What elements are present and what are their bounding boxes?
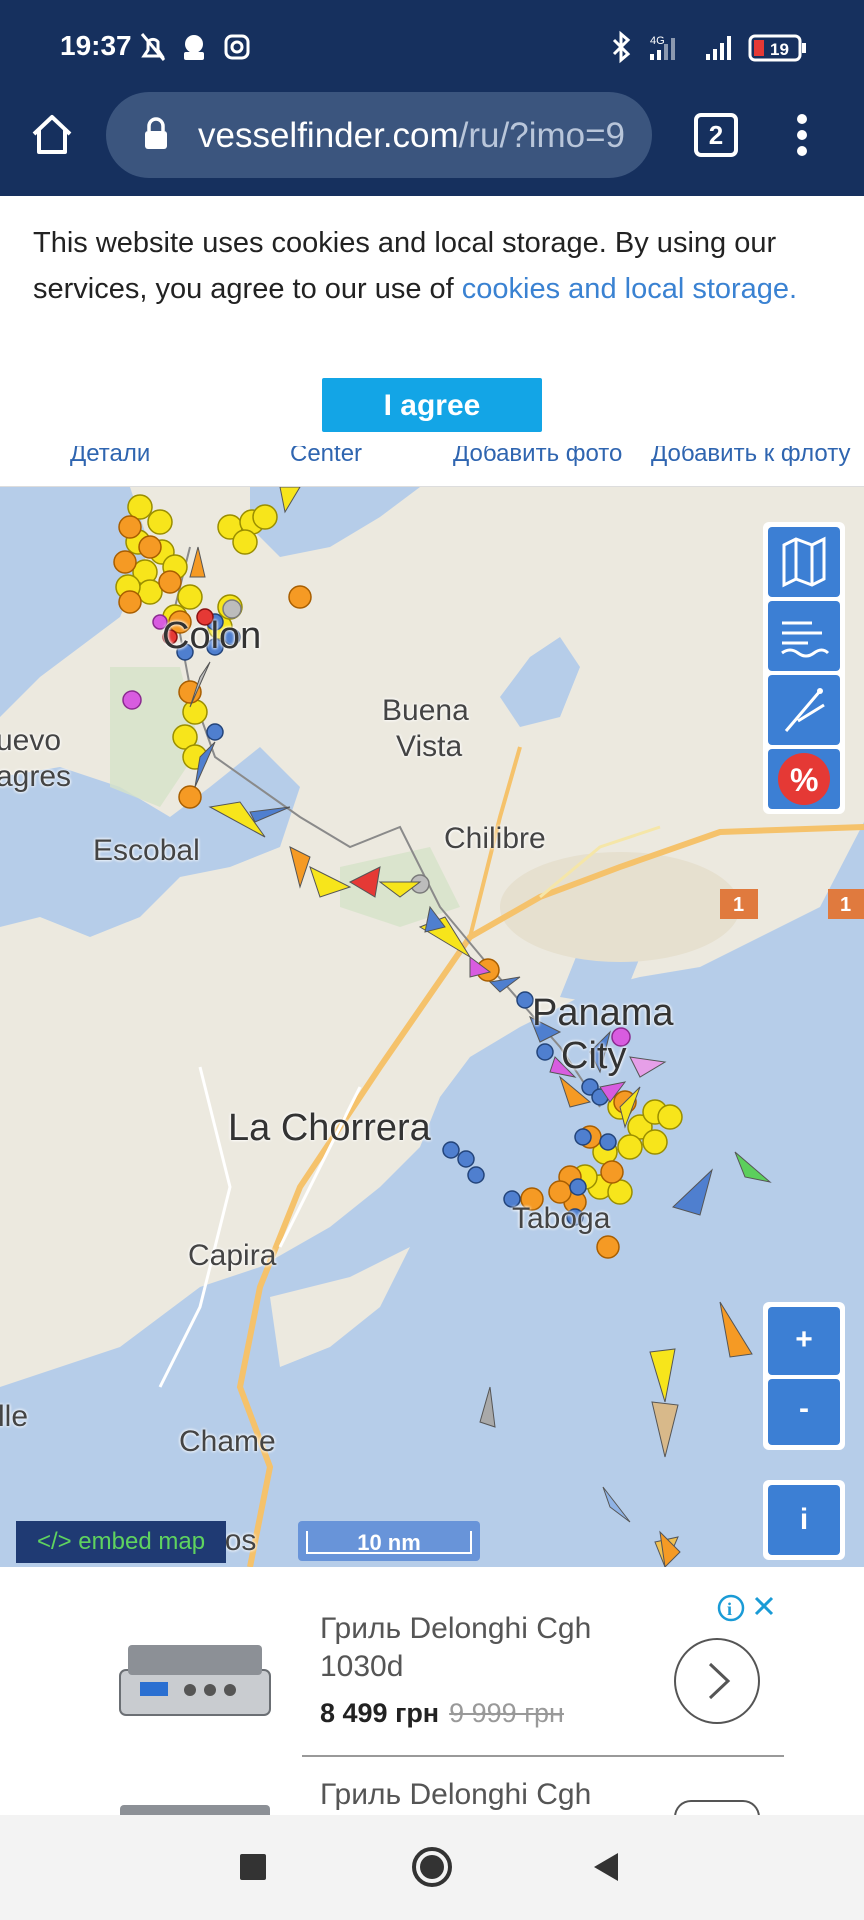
close-icon [754,1596,774,1616]
tab-switcher-button[interactable]: 2 [694,113,738,157]
network-type: 4G [650,35,665,47]
measure-button[interactable] [768,675,840,745]
ad-title[interactable]: Гриль Delonghi Cgh 1030d [320,1610,620,1686]
cookie-policy-link[interactable]: cookies and local storage. [462,273,797,305]
tab-add-photo[interactable]: Добавить фото [453,446,622,468]
lock-icon [145,117,167,149]
status-time: 19:37 [60,30,132,61]
instagram-icon [224,34,250,60]
road-badge: 1 [733,894,744,916]
map-label-chame: Chame [179,1425,276,1458]
wind-waves-icon [781,621,830,658]
discount-button[interactable]: % [768,749,840,809]
map-label-nuevo: uevo [0,724,62,757]
tab-center[interactable]: Center [290,446,362,468]
product-image-2[interactable] [110,1795,280,1815]
weather-button[interactable] [768,601,840,671]
agree-button[interactable]: I agree [322,378,542,432]
scale-label: 10 nm [357,1530,421,1555]
product-image[interactable] [110,1630,280,1725]
tab-add-to-fleet[interactable]: Добавить к флоту [651,446,850,468]
map-label-colon: Colon [162,615,262,657]
info-button[interactable]: i [768,1485,840,1555]
ad-controls[interactable]: i [716,1594,780,1622]
map-canvas[interactable]: 1 1 [0,487,864,1567]
map-label-taboga: Taboga [512,1202,611,1235]
map-label-chagres: agres [0,760,72,793]
map-label-city: City [561,1035,627,1077]
ad-old-price: 9 999 грн [449,1698,564,1728]
menu-icon[interactable] [795,113,809,157]
ad-title-2[interactable]: Гриль Delonghi Cgh [320,1776,620,1816]
download-icon [184,35,204,60]
svg-text:19: 19 [770,40,789,59]
zoom-out-button[interactable]: - [768,1379,840,1445]
map-label-vista: Vista [396,730,463,763]
compass-ruler-icon [784,688,825,732]
ad-next-button[interactable] [674,1638,760,1724]
map-label-buena: Buena [382,694,469,727]
recents-icon[interactable] [238,1852,268,1882]
vessel-tabs: Детали Center Добавить фото Добавить к ф… [0,446,864,487]
system-icons: 4G 19 [612,30,806,64]
mute-icon [140,33,166,61]
ad-price: 8 499 грн 9 999 грн [320,1698,564,1728]
chevron-right-icon [708,1662,731,1700]
map-label-chilibre: Chilibre [444,822,546,855]
zoom-in-button[interactable]: + [768,1307,840,1375]
map-label-capira: Capira [188,1239,277,1272]
tab-details[interactable]: Детали [70,446,150,468]
home-nav-icon[interactable] [411,1846,453,1888]
back-icon[interactable] [592,1851,622,1883]
bluetooth-icon [612,30,631,64]
map-label-lle: lle [0,1400,29,1433]
ad-divider [302,1755,784,1757]
map-label-la-chorrera: La Chorrera [228,1107,431,1149]
map-label-escobal: Escobal [93,834,200,867]
map-icon [782,536,826,588]
percent-icon: % [790,762,818,798]
cookie-text: This website uses cookies and local stor… [33,227,798,305]
svg-text:i: i [727,1599,732,1619]
vessel-map[interactable]: 1 1 Colon uevo agres Buena Vista Escobal… [0,487,864,1567]
road-badge-2: 1 [840,894,851,916]
url-text[interactable]: vesselfinder.com/ru/?imo=9 [198,116,634,156]
embed-map-link[interactable]: </> embed map [16,1521,226,1563]
notification-icons [140,33,250,61]
home-icon[interactable] [30,112,74,156]
map-type-button[interactable] [768,527,840,597]
battery-icon: 19 [748,34,806,62]
map-label-panama: Panama [532,992,674,1034]
